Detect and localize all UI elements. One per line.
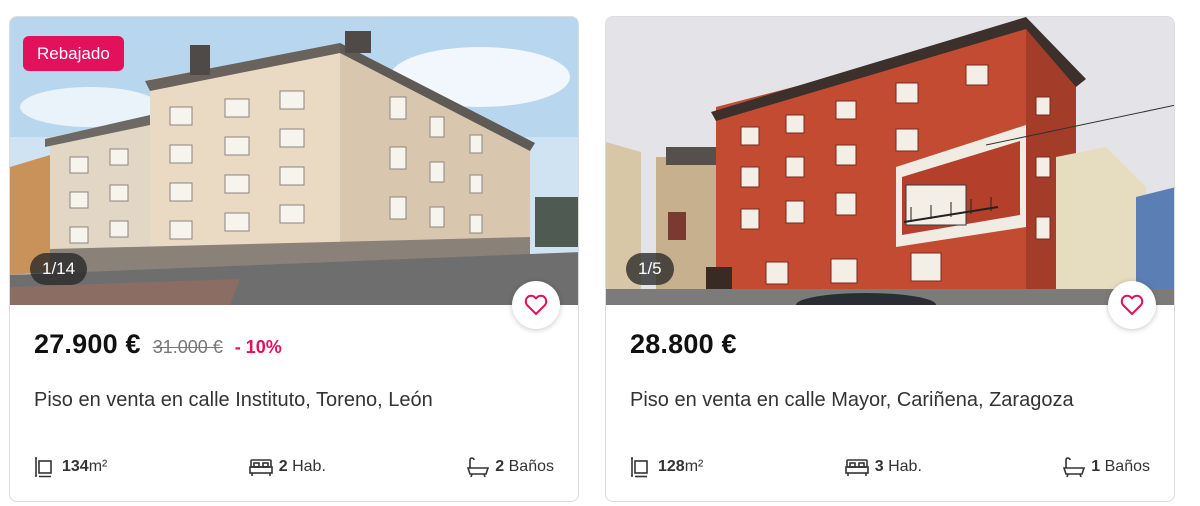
feature-baths: 1 Baños (1063, 456, 1150, 478)
baths-label: Baños (508, 458, 554, 475)
rooms-label: Hab. (888, 458, 922, 475)
bathtub-icon (467, 457, 490, 478)
discount-percent: - 10% (234, 337, 282, 357)
listing-photo[interactable]: Rebajado 1/14 (10, 17, 578, 305)
listing-card[interactable]: 1/5 28.800 € Piso en venta en calle Mayo… (605, 16, 1175, 502)
rooms-value: 2 (278, 458, 288, 475)
listing-title[interactable]: Piso en venta en calle Mayor, Cariñena, … (630, 389, 1074, 412)
feature-area: 128m² (630, 456, 703, 478)
old-price: 31.000 € (152, 337, 223, 357)
discount-badge: Rebajado (23, 36, 124, 71)
feature-rooms: 3 Hab. (844, 457, 922, 477)
rooms-value: 3 (874, 458, 884, 475)
baths-value: 2 (495, 458, 505, 475)
price-row: 27.900 € 31.000 € - 10% (34, 329, 282, 360)
area-value: 128 (658, 458, 685, 475)
feature-rooms: 2 Hab. (248, 457, 326, 477)
price-row: 28.800 € (630, 329, 737, 360)
listing-photo[interactable]: 1/5 (606, 17, 1174, 305)
listing-title[interactable]: Piso en venta en calle Instituto, Toreno… (34, 389, 433, 412)
baths-label: Baños (1104, 458, 1150, 475)
favorite-button[interactable] (1108, 281, 1156, 329)
photo-counter: 1/5 (626, 253, 674, 285)
feature-area: 134m² (34, 456, 107, 478)
listing-card[interactable]: Rebajado 1/14 27.900 € 31.000 € - 10% Pi… (9, 16, 579, 502)
baths-value: 1 (1091, 458, 1101, 475)
price: 28.800 € (630, 329, 737, 359)
bed-icon (844, 459, 869, 476)
area-unit: m² (684, 458, 704, 475)
features-row: 134m² 2 Hab. 2 Baños (34, 453, 554, 481)
bathtub-icon (1063, 457, 1086, 478)
area-icon (631, 457, 648, 478)
features-row: 128m² 3 Hab. 1 Baños (630, 453, 1150, 481)
rooms-label: Hab. (292, 458, 326, 475)
price: 27.900 € (34, 329, 141, 359)
favorite-button[interactable] (512, 281, 560, 329)
heart-outline-icon (524, 294, 548, 315)
heart-outline-icon (1120, 294, 1144, 315)
feature-baths: 2 Baños (467, 456, 554, 478)
photo-counter: 1/14 (30, 253, 88, 285)
area-icon (35, 457, 52, 478)
bed-icon (248, 459, 273, 476)
area-unit: m² (88, 458, 108, 475)
area-value: 134 (62, 458, 89, 475)
